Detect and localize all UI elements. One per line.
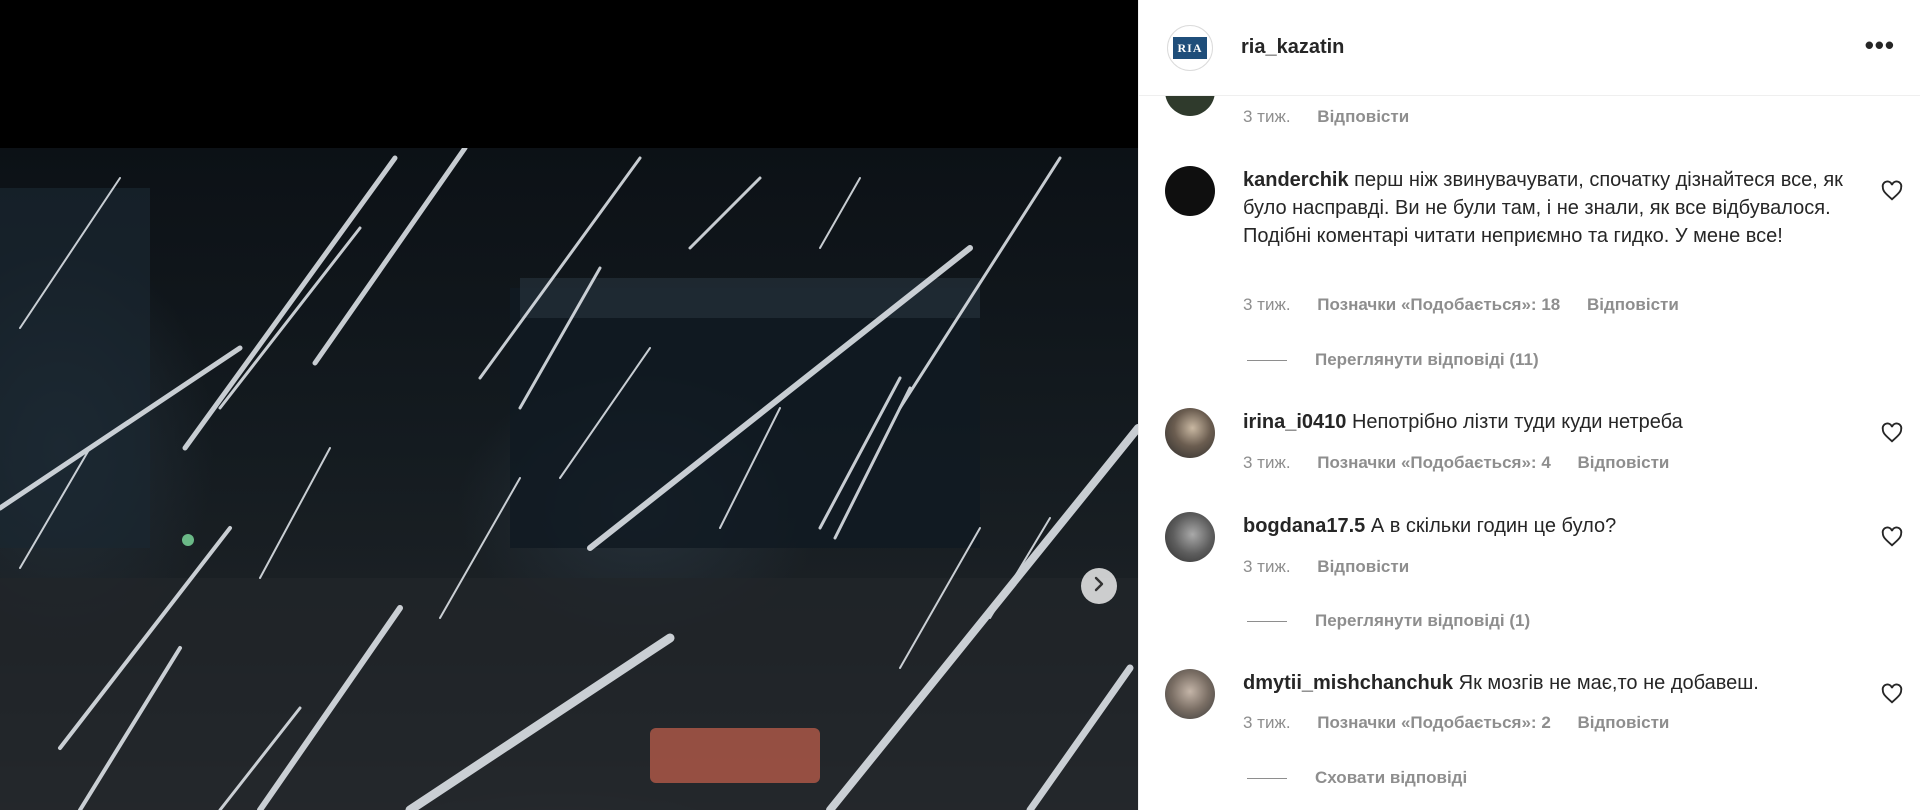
comment-username[interactable]: bogdana17.5: [1243, 515, 1365, 537]
reply-button[interactable]: Відповісти: [1578, 453, 1670, 472]
comment-time: 3 тиж.: [1243, 557, 1291, 576]
snow-night-scene: [0, 148, 1138, 810]
next-media-button[interactable]: [1081, 568, 1117, 604]
comment-text: irina_i0410 Непотрібно лізти туди куди н…: [1243, 408, 1843, 436]
likes-count[interactable]: Позначки «Подобається»: 18: [1317, 295, 1560, 314]
comment-text: bogdana17.5 А в скільки годин це було?: [1243, 512, 1843, 540]
replies-divider: [1247, 359, 1287, 361]
comment-text: kanderchik перш ніж звинувачувати, споча…: [1243, 166, 1843, 250]
comment-meta: 3 тиж. Позначки «Подобається»: 4 Відпові…: [1243, 453, 1691, 473]
chevron-right-icon: [1091, 576, 1107, 597]
comments-panel: RIA ria_kazatin ••• 3 тиж. Відповісти ka…: [1138, 0, 1920, 810]
comment-text: dmytii_mishchanchuk Як мозгів не має,то …: [1243, 669, 1843, 697]
comment-time: 3 тиж.: [1243, 453, 1291, 472]
like-heart-icon[interactable]: [1881, 180, 1903, 202]
like-heart-icon[interactable]: [1881, 683, 1903, 705]
ria-logo-icon: RIA: [1173, 37, 1207, 59]
comment-username[interactable]: irina_i0410: [1243, 411, 1346, 433]
comment-username[interactable]: dmytii_mishchanchuk: [1243, 672, 1453, 694]
more-options-icon[interactable]: •••: [1865, 30, 1895, 61]
comment-time: 3 тиж.: [1243, 713, 1291, 732]
comment-body: А в скільки годин це було?: [1370, 515, 1617, 537]
reply-button[interactable]: Відповісти: [1578, 713, 1670, 732]
view-replies-button[interactable]: Переглянути відповіді (1): [1247, 611, 1530, 631]
comment-body: Як мозгів не має,то не добавеш.: [1458, 672, 1759, 694]
avatar[interactable]: [1165, 669, 1215, 719]
comment-time: 3 тиж.: [1243, 107, 1291, 126]
reply-button[interactable]: Відповісти: [1587, 295, 1679, 314]
replies-divider: [1247, 777, 1287, 779]
avatar[interactable]: [1165, 96, 1215, 116]
view-replies-label: Переглянути відповіді (11): [1315, 350, 1539, 369]
comment-time: 3 тиж.: [1243, 295, 1291, 314]
avatar[interactable]: [1165, 512, 1215, 562]
comment-body: Непотрібно лізти туди куди нетреба: [1351, 411, 1683, 433]
reply-button[interactable]: Відповісти: [1317, 107, 1409, 126]
replies-divider: [1247, 620, 1287, 622]
likes-count[interactable]: Позначки «Подобається»: 4: [1317, 453, 1550, 472]
post-header: RIA ria_kazatin •••: [1139, 0, 1920, 96]
post-username[interactable]: ria_kazatin: [1241, 36, 1344, 59]
comment-meta: 3 тиж. Позначки «Подобається»: 18 Відпов…: [1243, 295, 1701, 315]
comment-username[interactable]: kanderchik: [1243, 169, 1349, 191]
view-replies-button[interactable]: Переглянути відповіді (11): [1247, 350, 1539, 370]
avatar[interactable]: [1165, 166, 1215, 216]
hide-replies-label: Сховати відповіді: [1315, 768, 1468, 787]
comment-meta: 3 тиж. Відповісти: [1243, 107, 1431, 127]
avatar[interactable]: [1165, 408, 1215, 458]
comments-list: 3 тиж. Відповісти kanderchik перш ніж зв…: [1139, 96, 1920, 810]
reply-button[interactable]: Відповісти: [1317, 557, 1409, 576]
post-media: [0, 0, 1138, 810]
comment-meta: 3 тиж. Позначки «Подобається»: 2 Відпові…: [1243, 713, 1691, 733]
like-heart-icon[interactable]: [1881, 526, 1903, 548]
comment-meta: 3 тиж. Відповісти: [1243, 557, 1431, 577]
likes-count[interactable]: Позначки «Подобається»: 2: [1317, 713, 1550, 732]
like-heart-icon[interactable]: [1881, 422, 1903, 444]
post-photo: [0, 148, 1138, 810]
view-replies-label: Переглянути відповіді (1): [1315, 611, 1531, 630]
hide-replies-button[interactable]: Сховати відповіді: [1247, 768, 1467, 788]
profile-avatar[interactable]: RIA: [1167, 25, 1213, 71]
